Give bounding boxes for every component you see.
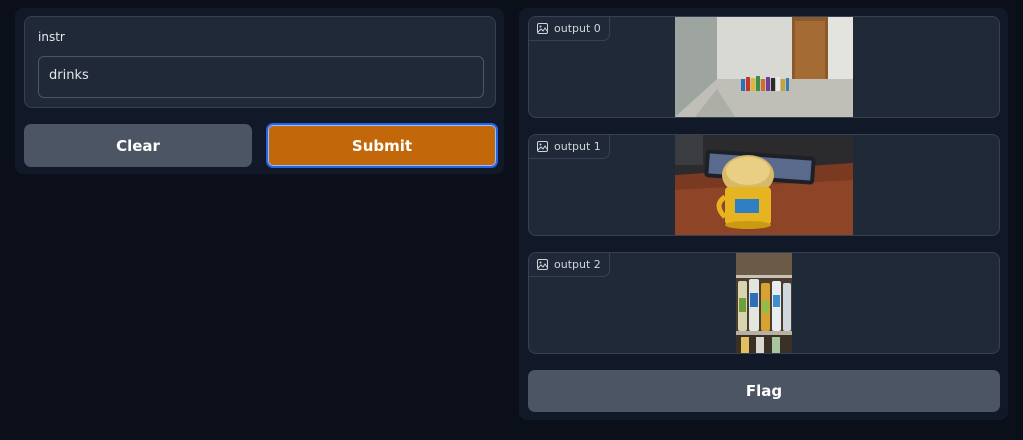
submit-button[interactable]: Submit [266,123,498,168]
image-icon [537,141,548,152]
instr-label: instr [38,30,65,44]
output-label-2: output 2 [529,253,610,277]
output-label-text-0: output 0 [554,22,601,35]
instr-textbox-block: instr [24,16,496,108]
mug-on-desk-photo [675,135,853,235]
output-image-1[interactable]: output 1 [528,134,1000,236]
flag-button[interactable]: Flag [528,370,1000,412]
instr-input[interactable] [38,56,484,98]
output-label-text-1: output 1 [554,140,601,153]
output-label-1: output 1 [529,135,610,159]
output-panel: output 0 output 1 output 2 Flag [519,8,1008,420]
output-label-0: output 0 [529,17,610,41]
room-corner-photo [675,17,853,117]
output-image-2[interactable]: output 2 [528,252,1000,354]
output-image-0[interactable]: output 0 [528,16,1000,118]
image-icon [537,23,548,34]
clear-button[interactable]: Clear [24,124,252,167]
drinks-shelf-photo [736,253,792,353]
output-label-text-2: output 2 [554,258,601,271]
image-icon [537,259,548,270]
input-panel: instr Clear Submit [15,8,504,174]
